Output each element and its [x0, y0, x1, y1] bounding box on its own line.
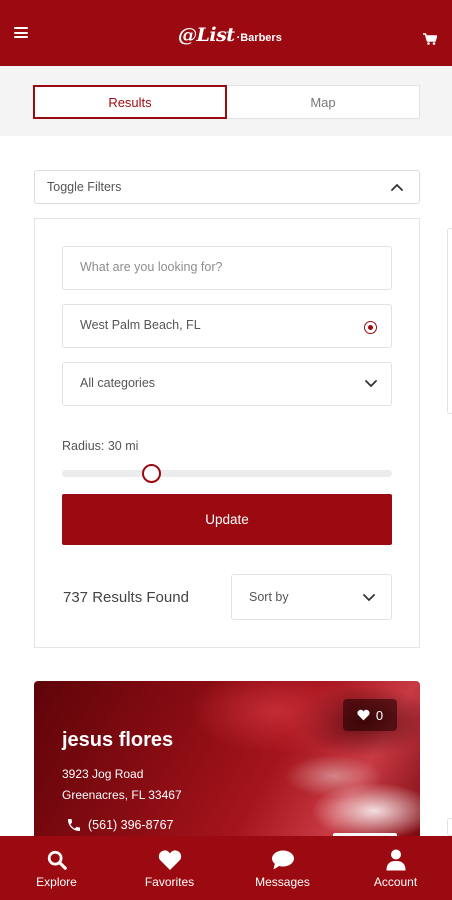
toggle-filters-label: Toggle Filters — [47, 180, 122, 194]
radius-slider-track[interactable] — [62, 470, 392, 477]
search-icon — [47, 850, 67, 870]
listing-address-line2: Greenacres, FL 33467 — [62, 788, 182, 802]
adjacent-panel-edge — [447, 228, 452, 414]
bottom-navigation: Explore Favorites Messages Account — [0, 836, 452, 900]
update-button[interactable]: Update — [62, 494, 392, 545]
nav-messages-label: Messages — [255, 875, 310, 889]
chat-bubble-icon — [271, 850, 294, 870]
tab-map[interactable]: Map — [227, 85, 420, 119]
radius-slider-thumb[interactable] — [141, 464, 161, 483]
nav-messages[interactable]: Messages — [226, 836, 339, 900]
results-count: 737 Results Found — [63, 589, 189, 606]
listing-title[interactable]: jesus flores — [62, 729, 173, 752]
user-icon — [386, 849, 405, 871]
location-field[interactable]: West Palm Beach, FL — [62, 304, 392, 348]
radius-label: Radius: 30 mi — [62, 439, 139, 453]
location-target-icon[interactable] — [364, 321, 377, 334]
app-logo[interactable]: @List ·Barbers — [178, 24, 282, 46]
phone-icon — [68, 819, 80, 831]
nav-account[interactable]: Account — [339, 836, 452, 900]
category-value: All categories — [80, 376, 156, 390]
nav-account-label: Account — [373, 875, 418, 889]
search-field[interactable] — [62, 246, 392, 290]
listing-address-line1: 3923 Jog Road — [62, 767, 144, 781]
nav-explore-label: Explore — [36, 875, 77, 889]
nav-explore[interactable]: Explore — [0, 836, 113, 900]
logo-sub: ·Barbers — [236, 32, 282, 44]
listing-phone[interactable]: (561) 396-8767 — [66, 817, 173, 833]
tab-results[interactable]: Results — [33, 85, 227, 119]
category-select[interactable]: All categories — [62, 362, 392, 406]
nav-favorites[interactable]: Favorites — [113, 836, 226, 900]
hamburger-menu-icon[interactable] — [14, 27, 28, 38]
heart-icon — [158, 850, 181, 870]
listing-phone-number: (561) 396-8767 — [88, 818, 174, 832]
sort-select[interactable]: Sort by — [231, 574, 392, 620]
nav-favorites-label: Favorites — [144, 875, 195, 889]
heart-icon — [357, 709, 370, 721]
adjacent-card-edge — [447, 818, 452, 836]
favorite-button[interactable]: 0 — [343, 699, 397, 731]
search-input[interactable] — [80, 260, 360, 274]
app-header: @List ·Barbers — [0, 0, 452, 66]
chevron-up-icon — [391, 183, 403, 191]
chevron-down-icon — [363, 594, 375, 602]
sort-label: Sort by — [249, 590, 289, 604]
favorites-count: 0 — [375, 707, 384, 723]
shopping-cart-icon[interactable] — [423, 33, 437, 45]
chevron-down-icon — [365, 380, 377, 388]
logo-script: @List — [178, 24, 235, 46]
toggle-filters-button[interactable]: Toggle Filters — [34, 170, 420, 204]
view-tabs-bar: Results Map — [0, 66, 452, 136]
location-value: West Palm Beach, FL — [80, 318, 201, 332]
